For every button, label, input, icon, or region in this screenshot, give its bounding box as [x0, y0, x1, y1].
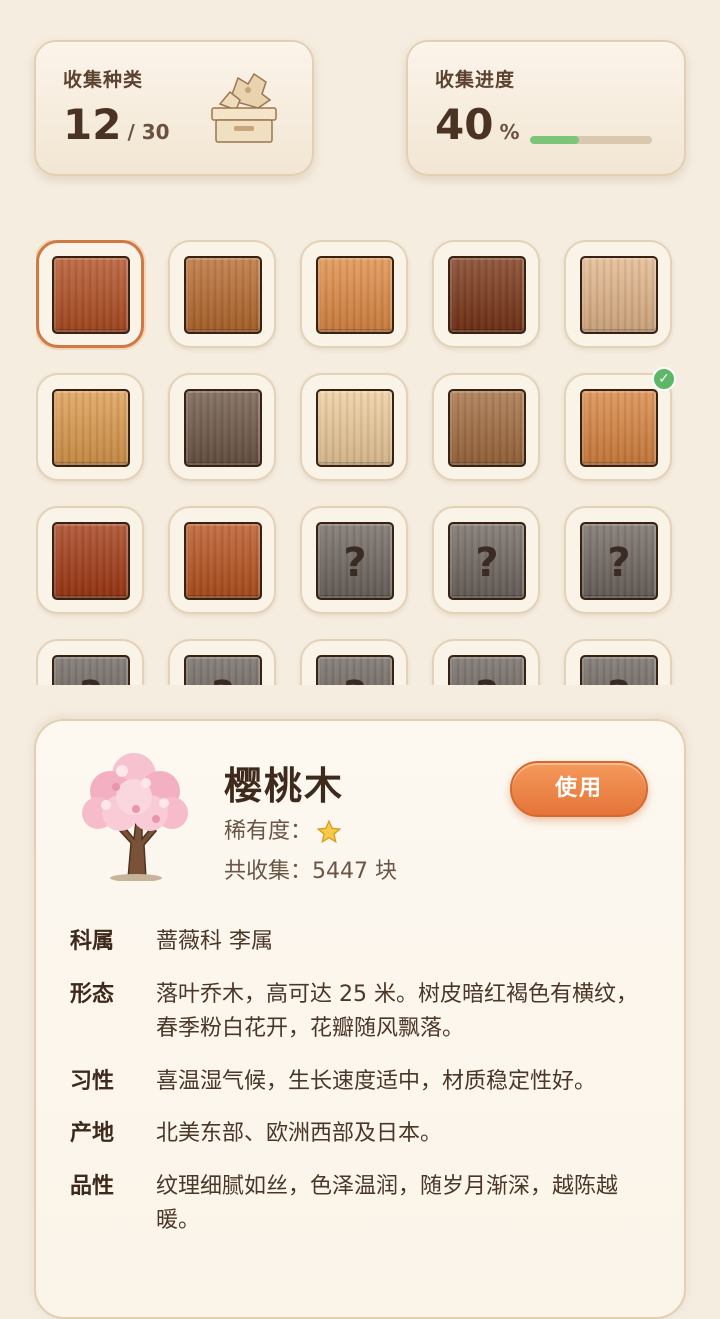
locked-wood-swatch: ?	[316, 655, 394, 685]
wood-tile-rosewood[interactable]	[168, 506, 276, 614]
wood-tile-maple[interactable]	[564, 240, 672, 348]
collection-progress-value: 40%	[435, 104, 520, 146]
rarity-line: 稀有度：	[224, 813, 342, 845]
collected-species-card: 收集种类 12/ 30	[34, 40, 314, 176]
star-icon	[316, 819, 342, 844]
info-value: 落叶乔木，高可达 25 米。树皮暗红褐色有横纹，春季粉白花开，花瓣随风飘落。	[156, 982, 638, 1041]
question-mark-icon: ?	[54, 671, 128, 685]
wood-tile-birch[interactable]	[300, 373, 408, 481]
locked-wood-tile[interactable]: ?	[300, 639, 408, 685]
wood-collection-grid: ✓????????	[36, 240, 684, 685]
info-value: 北美东部、欧洲西部及日本。	[156, 1121, 443, 1146]
wood-tile-mahogany[interactable]	[36, 506, 144, 614]
question-mark-icon: ?	[582, 671, 656, 685]
locked-wood-swatch: ?	[448, 655, 526, 685]
locked-wood-tile[interactable]: ?	[36, 639, 144, 685]
rarity-label: 稀有度：	[224, 819, 313, 844]
collected-species-total: / 30	[127, 120, 170, 144]
wood-tile-cherry[interactable]	[36, 240, 144, 348]
check-icon: ✓	[652, 367, 676, 391]
locked-wood-tile[interactable]: ?	[168, 639, 276, 685]
info-label: 科属	[70, 929, 115, 954]
question-mark-icon: ?	[343, 540, 367, 586]
info-label: 形态	[70, 982, 115, 1007]
wood-swatch	[448, 256, 526, 334]
question-mark-icon: ?	[318, 671, 392, 685]
info-label: 品性	[70, 1174, 115, 1199]
collection-progress-percent: 40	[435, 100, 494, 149]
wood-swatch	[184, 256, 262, 334]
question-mark-icon: ?	[607, 540, 631, 586]
wood-swatch	[316, 256, 394, 334]
locked-wood-swatch: ?	[448, 522, 526, 600]
collected-species-count: 12	[63, 100, 122, 149]
collection-progress-bar	[530, 136, 652, 144]
locked-wood-tile[interactable]: ?	[432, 506, 540, 614]
total-collected-line: 共收集：5447 块	[224, 853, 397, 885]
wood-tile-cedar[interactable]: ✓	[564, 367, 676, 481]
wood-box-icon	[211, 72, 277, 143]
collection-progress-title: 收集进度	[435, 69, 516, 91]
cherry-blossom-tree-icon	[82, 753, 188, 881]
question-mark-icon: ?	[450, 671, 524, 685]
collection-progress-card: 收集进度 40%	[406, 40, 686, 176]
wood-swatch	[52, 522, 130, 600]
info-value: 纹理细腻如丝，色泽温润，随岁月渐深，越陈越暖。	[156, 1174, 619, 1233]
wood-swatch	[316, 389, 394, 467]
locked-wood-swatch: ?	[184, 655, 262, 685]
locked-wood-tile[interactable]: ?	[564, 639, 672, 685]
collected-species-value: 12/ 30	[63, 104, 170, 146]
info-value: 蔷薇科 李属	[156, 929, 273, 954]
locked-wood-swatch: ?	[580, 655, 658, 685]
collection-progress-unit: %	[499, 120, 520, 144]
wood-tile-pine[interactable]	[300, 240, 408, 348]
wood-swatch	[184, 389, 262, 467]
wood-swatch	[580, 256, 658, 334]
locked-wood-tile[interactable]: ?	[564, 506, 672, 614]
wood-name-title: 樱桃木	[224, 764, 345, 808]
locked-wood-swatch: ?	[580, 522, 658, 600]
wood-swatch	[52, 389, 130, 467]
info-label: 习性	[70, 1069, 115, 1094]
collection-progress-fill	[530, 136, 579, 144]
info-label: 产地	[70, 1121, 115, 1146]
info-value: 喜温湿气候，生长速度适中，材质稳定性好。	[156, 1069, 597, 1094]
question-mark-icon: ?	[475, 540, 499, 586]
wood-swatch	[52, 256, 130, 334]
wood-detail-panel: 樱桃木 稀有度： 共收集：5447 块 使用 科属 蔷薇科 李属 形态 落叶乔木…	[34, 719, 686, 1319]
wood-tile-gray-oak[interactable]	[168, 373, 276, 481]
wood-tile-walnut[interactable]	[432, 240, 540, 348]
question-mark-icon: ?	[186, 671, 260, 685]
total-collected-value: 5447 块	[312, 859, 397, 884]
use-button[interactable]: 使用	[510, 761, 648, 817]
wood-tile-teak[interactable]	[432, 373, 540, 481]
locked-wood-tile[interactable]: ?	[432, 639, 540, 685]
wood-swatch	[448, 389, 526, 467]
locked-wood-swatch: ?	[316, 522, 394, 600]
wood-tile-knotty-pine[interactable]	[36, 373, 144, 481]
locked-wood-tile[interactable]: ?	[300, 506, 408, 614]
wood-swatch	[184, 522, 262, 600]
total-collected-label: 共收集：	[224, 859, 313, 884]
wood-swatch	[580, 389, 658, 467]
locked-wood-swatch: ?	[52, 655, 130, 685]
wood-tile-oak[interactable]	[168, 240, 276, 348]
collected-species-title: 收集种类	[63, 69, 144, 91]
